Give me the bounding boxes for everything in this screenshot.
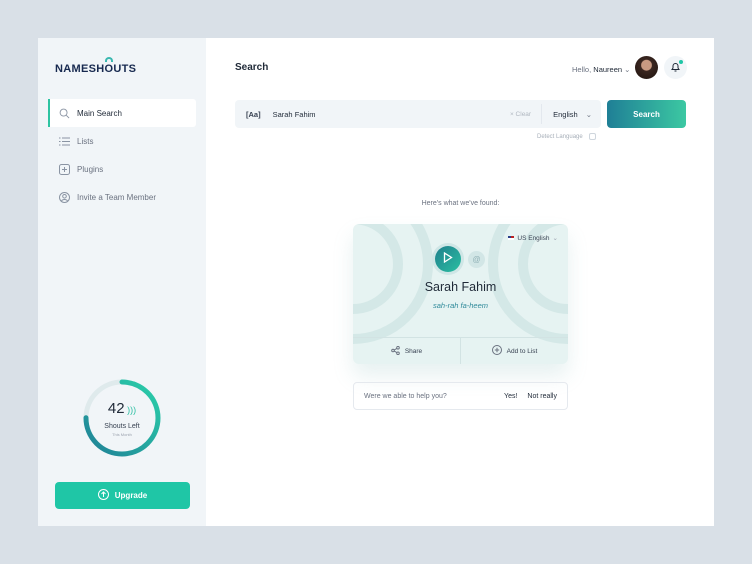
- share-label: Share: [404, 347, 423, 355]
- search-button[interactable]: Search: [607, 100, 686, 128]
- text-format-icon: [Aa]: [246, 109, 261, 119]
- avatar[interactable]: [635, 56, 658, 79]
- upgrade-label: Upgrade: [114, 491, 148, 500]
- share-icon: [391, 345, 400, 357]
- phonetic-spelling: sah-rah fa-heem: [432, 301, 489, 310]
- feedback-yes-button[interactable]: Yes!: [504, 393, 517, 400]
- page-title: Search: [235, 62, 269, 73]
- accent-value: US English: [517, 234, 550, 242]
- sidebar-item-label: Main Search: [77, 108, 122, 118]
- plus-square-icon: [58, 163, 70, 175]
- sidebar-item-lists[interactable]: Lists: [48, 127, 196, 155]
- us-flag-icon: [508, 236, 515, 240]
- logo-text: NAMESHOUTS: [55, 63, 137, 75]
- user-menu[interactable]: Hello, Naureen ⌄: [572, 65, 630, 74]
- sidebar-item-invite[interactable]: Invite a Team Member: [48, 183, 196, 211]
- card-actions: Share Add to List: [353, 337, 568, 364]
- greeting: Hello,: [572, 65, 592, 74]
- sidebar-item-label: Lists: [77, 136, 94, 146]
- share-button[interactable]: Share: [353, 338, 460, 364]
- results-heading: Here's what we've found:: [421, 200, 500, 207]
- notification-dot: [679, 60, 683, 64]
- search-input[interactable]: Sarah Fahim: [273, 110, 510, 119]
- snail-icon: @: [472, 255, 481, 264]
- chevron-down-icon: ⌄: [624, 65, 631, 74]
- add-to-list-button[interactable]: Add to List: [460, 338, 568, 364]
- sidebar: NAMESHOUTS Main Search Lists Plugins Inv…: [38, 38, 206, 526]
- upload-circle-icon: [97, 489, 109, 502]
- user-name: Naureen: [593, 65, 623, 74]
- usage-ring: [83, 379, 161, 457]
- sidebar-item-plugins[interactable]: Plugins: [48, 155, 196, 183]
- detect-language-label: Detect Language: [537, 133, 583, 140]
- sidebar-item-label: Plugins: [77, 164, 104, 174]
- detect-language[interactable]: Detect Language: [537, 133, 596, 140]
- slow-play-button[interactable]: @: [468, 251, 485, 268]
- feedback-bar: Were we able to help you? Yes! Not reall…: [353, 382, 568, 410]
- chevron-down-icon: ⌄: [552, 235, 558, 242]
- sound-wave-icon: ))): [124, 405, 137, 415]
- shouts-sublabel: This Month: [112, 432, 132, 437]
- upgrade-button[interactable]: Upgrade: [55, 482, 190, 509]
- result-name: Sarah Fahim: [424, 280, 497, 294]
- shouts-count: 42 ))): [38, 400, 206, 417]
- feedback-no-button[interactable]: Not really: [527, 393, 557, 400]
- sidebar-nav: Main Search Lists Plugins Invite a Team …: [48, 99, 196, 211]
- shouts-count-value: 42: [107, 400, 125, 417]
- chevron-down-icon: ⌄: [585, 109, 592, 119]
- play-icon: [443, 250, 453, 268]
- feedback-question: Were we able to help you?: [364, 392, 447, 400]
- logo[interactable]: NAMESHOUTS: [55, 57, 137, 75]
- language-value: English: [553, 109, 578, 119]
- wave-icon: [105, 57, 113, 62]
- notifications-button[interactable]: [664, 56, 687, 79]
- result-card: US English ⌄ @ Sarah Fahim sah-rah fa-hee…: [353, 224, 568, 364]
- app-window: NAMESHOUTS Main Search Lists Plugins Inv…: [38, 38, 714, 526]
- search-icon: [58, 107, 70, 119]
- user-circle-icon: [58, 191, 70, 203]
- language-select[interactable]: English ⌄: [541, 104, 601, 124]
- plus-circle-icon: [491, 345, 502, 357]
- detect-language-checkbox[interactable]: [588, 133, 596, 140]
- play-button[interactable]: [435, 246, 461, 272]
- clear-button[interactable]: × Clear: [510, 111, 531, 118]
- list-icon: [58, 135, 70, 147]
- add-to-list-label: Add to List: [506, 347, 538, 355]
- sidebar-item-main-search[interactable]: Main Search: [48, 99, 196, 127]
- sidebar-item-label: Invite a Team Member: [77, 192, 156, 202]
- search-bar: [Aa] Sarah Fahim × Clear English ⌄: [235, 100, 601, 128]
- shouts-label: Shouts Left: [104, 423, 140, 430]
- accent-select[interactable]: US English ⌄: [508, 234, 558, 242]
